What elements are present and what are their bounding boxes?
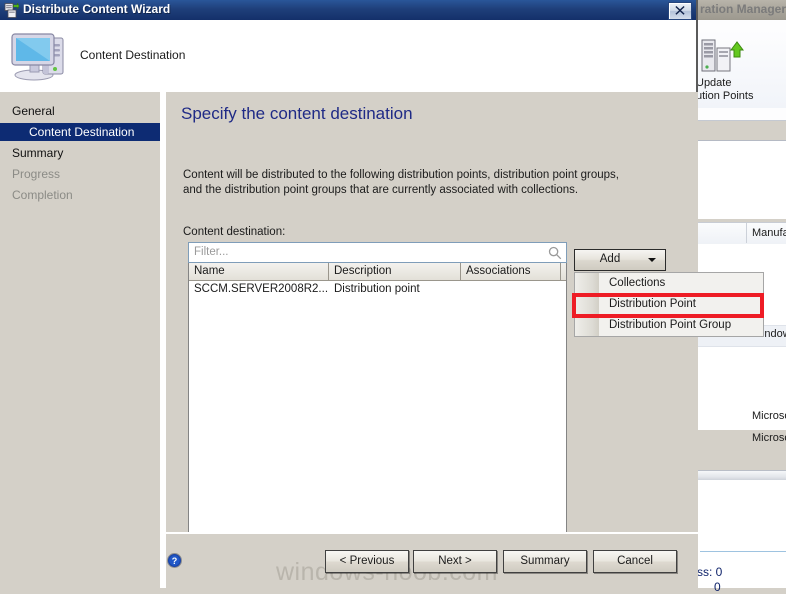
add-button[interactable]: Add (574, 249, 666, 271)
wizard-header-title: Content Destination (80, 48, 186, 62)
column-header-description[interactable]: Description (329, 263, 461, 280)
server-update-icon (701, 39, 744, 72)
ribbon-label-line1: Update (696, 77, 732, 89)
page-description: Content will be distributed to the follo… (183, 169, 619, 196)
background-column-header-manufacturer: Manufac (752, 227, 786, 239)
help-icon[interactable]: ? (167, 553, 182, 568)
wizard-title: Distribute Content Wizard (23, 2, 171, 16)
sidebar-item-content-destination[interactable]: Content Destination (0, 123, 160, 141)
cell-associations (461, 281, 561, 298)
background-column-separator (746, 223, 747, 243)
background-status-progress-2: 0 (714, 580, 721, 594)
wizard-step-sidebar: General Content Destination Summary Prog… (0, 92, 160, 588)
background-content-pane (696, 140, 786, 219)
background-row-microsoft-0[interactable]: Microso (752, 410, 786, 422)
menu-item-distribution-point-group[interactable]: Distribution Point Group (575, 315, 763, 336)
chevron-down-icon[interactable] (648, 258, 656, 262)
content-destination-label: Content destination: (183, 226, 286, 238)
distribute-content-wizard-dialog: Distribute Content Wizard Content Destin… (0, 0, 764, 588)
column-header-associations[interactable]: Associations (461, 263, 561, 280)
cell-description: Distribution point (334, 283, 420, 295)
distribute-content-icon (4, 3, 19, 18)
previous-button[interactable]: < Previous (325, 550, 409, 573)
filter-input[interactable]: Filter... (188, 242, 567, 263)
add-button-label: Add (599, 253, 621, 265)
menu-item-distribution-point[interactable]: Distribution Point (575, 294, 763, 315)
column-header-spacer[interactable] (561, 263, 566, 280)
sidebar-item-progress: Progress (12, 167, 61, 181)
background-window-title: ration Manager) (700, 2, 786, 16)
ribbon-label-line2: ution Points (696, 90, 754, 102)
next-button[interactable]: Next > (413, 550, 497, 573)
filter-placeholder-text: Filter... (194, 246, 229, 258)
background-row-microsoft-1[interactable]: Microso (752, 432, 786, 444)
svg-text:?: ? (172, 556, 178, 566)
close-icon[interactable] (668, 2, 692, 20)
cancel-button[interactable]: Cancel (593, 550, 677, 573)
background-status-progress: ss: 0 (697, 565, 723, 579)
sidebar-item-completion: Completion (12, 188, 73, 202)
cell-name: SCCM.SERVER2008R2.... (194, 283, 329, 295)
column-header-name[interactable]: Name (189, 263, 329, 280)
computer-icon (11, 33, 64, 81)
page-title: Specify the content destination (181, 104, 413, 123)
sidebar-item-general[interactable]: General (0, 102, 160, 120)
table-header-row: Name Description Associations (189, 263, 566, 281)
add-dropdown-menu: Collections Distribution Point Distribut… (574, 272, 764, 337)
ribbon-button-label: Update ution Points (696, 77, 786, 103)
table-row[interactable]: SCCM.SERVER2008R2.... Distribution point (189, 281, 566, 298)
background-toolbar-strip (696, 122, 786, 140)
summary-button[interactable]: Summary (503, 550, 587, 573)
sidebar-item-summary[interactable]: Summary (0, 144, 160, 162)
background-detail-divider (700, 551, 786, 552)
menu-item-collections[interactable]: Collections (575, 273, 763, 294)
search-icon[interactable] (548, 246, 562, 260)
